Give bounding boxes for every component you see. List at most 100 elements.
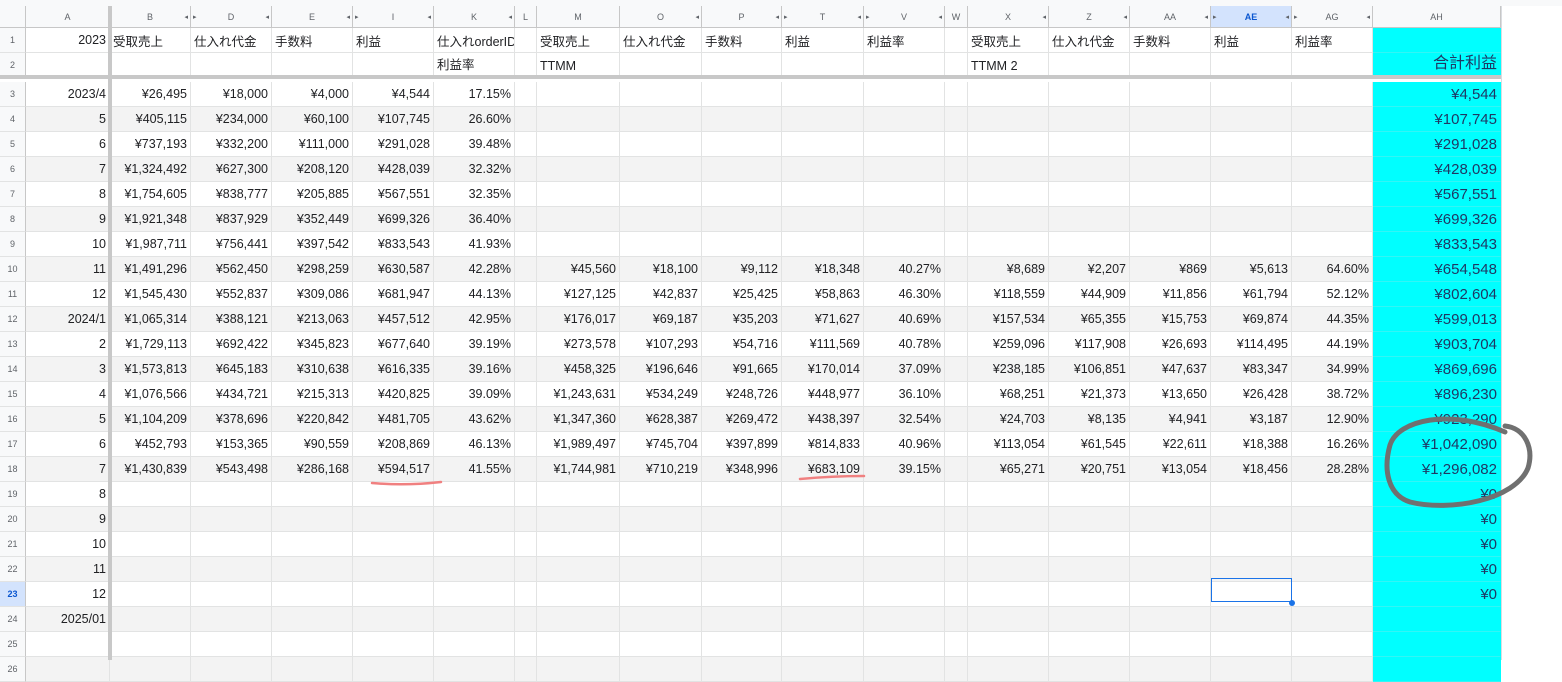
cell-ah[interactable]: ¥599,013: [1373, 307, 1501, 332]
cell-aa[interactable]: [1130, 182, 1211, 207]
cell-z[interactable]: [1049, 507, 1130, 532]
expand-hidden-columns-icon[interactable]: ◂: [857, 13, 861, 21]
cell-a[interactable]: 9: [26, 207, 110, 232]
cell-v[interactable]: [864, 157, 945, 182]
cell-k[interactable]: [434, 532, 515, 557]
cell-w[interactable]: [945, 257, 968, 282]
cell-b[interactable]: ¥1,754,605: [110, 182, 191, 207]
cell-m[interactable]: [537, 232, 620, 257]
cell-ag[interactable]: 44.19%: [1292, 332, 1373, 357]
cell-z[interactable]: [1049, 632, 1130, 657]
expand-hidden-columns-icon[interactable]: ◂: [184, 13, 188, 21]
expand-hidden-columns-icon[interactable]: ◂: [346, 13, 350, 21]
cell-ae[interactable]: ¥18,388: [1211, 432, 1292, 457]
cell-k[interactable]: [434, 507, 515, 532]
row-number[interactable]: 1: [0, 28, 26, 53]
cell-ae[interactable]: [1211, 482, 1292, 507]
cell-o[interactable]: ¥534,249: [620, 382, 702, 407]
cell-b[interactable]: [110, 532, 191, 557]
cell-ae[interactable]: ¥3,187: [1211, 407, 1292, 432]
cell-ah[interactable]: ¥802,604: [1373, 282, 1501, 307]
cell-ag[interactable]: [1292, 657, 1373, 682]
cell-p[interactable]: ¥25,425: [702, 282, 782, 307]
cell-v[interactable]: 32.54%: [864, 407, 945, 432]
cell-ae[interactable]: [1211, 657, 1292, 682]
cell-aa[interactable]: ¥15,753: [1130, 307, 1211, 332]
cell-v[interactable]: [864, 657, 945, 682]
cell-i[interactable]: [353, 657, 434, 682]
cell-a[interactable]: 11: [26, 557, 110, 582]
cell-aa[interactable]: [1130, 557, 1211, 582]
cell-ah[interactable]: ¥833,543: [1373, 232, 1501, 257]
cell-z[interactable]: [1049, 482, 1130, 507]
cell-o[interactable]: [620, 657, 702, 682]
cell-l[interactable]: [515, 382, 537, 407]
cell-ag[interactable]: [1292, 232, 1373, 257]
cell-z[interactable]: [1049, 207, 1130, 232]
cell-ah[interactable]: ¥0: [1373, 582, 1501, 607]
cell-z[interactable]: ¥117,908: [1049, 332, 1130, 357]
cell-l[interactable]: [515, 207, 537, 232]
cell-d[interactable]: 仕入れ代金: [191, 28, 272, 53]
cell-e[interactable]: [272, 482, 353, 507]
cell-b[interactable]: ¥1,921,348: [110, 207, 191, 232]
cell-l[interactable]: [515, 257, 537, 282]
cell-aa[interactable]: ¥26,693: [1130, 332, 1211, 357]
cell-z[interactable]: ¥106,851: [1049, 357, 1130, 382]
cell-d[interactable]: ¥18,000: [191, 82, 272, 107]
frozen-rows-divider[interactable]: [0, 75, 1501, 79]
cell-m[interactable]: [537, 107, 620, 132]
cell-e[interactable]: [272, 657, 353, 682]
cell-ah[interactable]: ¥1,042,090: [1373, 432, 1501, 457]
cell-x[interactable]: [968, 532, 1049, 557]
cell-d[interactable]: [191, 482, 272, 507]
cell-t[interactable]: [782, 157, 864, 182]
cell-ae[interactable]: ¥18,456: [1211, 457, 1292, 482]
cell-t[interactable]: ¥71,627: [782, 307, 864, 332]
cell-ae[interactable]: [1211, 632, 1292, 657]
cell-x[interactable]: [968, 182, 1049, 207]
cell-p[interactable]: ¥9,112: [702, 257, 782, 282]
cell-ah[interactable]: ¥107,745: [1373, 107, 1501, 132]
cell-p[interactable]: [702, 532, 782, 557]
cell-ag[interactable]: 44.35%: [1292, 307, 1373, 332]
cell-aa[interactable]: [1130, 607, 1211, 632]
cell-b[interactable]: ¥1,545,430: [110, 282, 191, 307]
cell-ae[interactable]: [1211, 207, 1292, 232]
cell-l[interactable]: [515, 482, 537, 507]
cell-l[interactable]: [515, 557, 537, 582]
column-header-i[interactable]: I ◂ ▸: [353, 6, 434, 28]
row-number[interactable]: 24: [0, 607, 26, 632]
cell-k[interactable]: [434, 557, 515, 582]
column-header-k[interactable]: K ◂: [434, 6, 515, 28]
cell-m[interactable]: ¥1,347,360: [537, 407, 620, 432]
cell-m[interactable]: ¥1,744,981: [537, 457, 620, 482]
cell-t[interactable]: ¥111,569: [782, 332, 864, 357]
cell-o[interactable]: ¥628,387: [620, 407, 702, 432]
cell-l[interactable]: [515, 582, 537, 607]
cell-b[interactable]: ¥737,193: [110, 132, 191, 157]
cell-v[interactable]: [864, 532, 945, 557]
cell-l[interactable]: [515, 282, 537, 307]
cell-ae[interactable]: [1211, 532, 1292, 557]
cell-w[interactable]: [945, 557, 968, 582]
cell-l[interactable]: [515, 607, 537, 632]
cell-e[interactable]: ¥208,120: [272, 157, 353, 182]
row-number[interactable]: 18: [0, 457, 26, 482]
cell-b[interactable]: [110, 607, 191, 632]
cell-ag[interactable]: 16.26%: [1292, 432, 1373, 457]
cell-ah[interactable]: ¥869,696: [1373, 357, 1501, 382]
column-header-e[interactable]: E ◂: [272, 6, 353, 28]
cell-x[interactable]: ¥238,185: [968, 357, 1049, 382]
cell-e[interactable]: ¥309,086: [272, 282, 353, 307]
row-number[interactable]: 5: [0, 132, 26, 157]
cell-aa[interactable]: [1130, 507, 1211, 532]
cell-m[interactable]: [537, 507, 620, 532]
cell-x[interactable]: ¥259,096: [968, 332, 1049, 357]
row-number[interactable]: 7: [0, 182, 26, 207]
cell-t[interactable]: [782, 507, 864, 532]
cell-i[interactable]: 利益: [353, 28, 434, 53]
cell-m[interactable]: ¥45,560: [537, 257, 620, 282]
cell-x[interactable]: [968, 482, 1049, 507]
cell-t[interactable]: ¥448,977: [782, 382, 864, 407]
